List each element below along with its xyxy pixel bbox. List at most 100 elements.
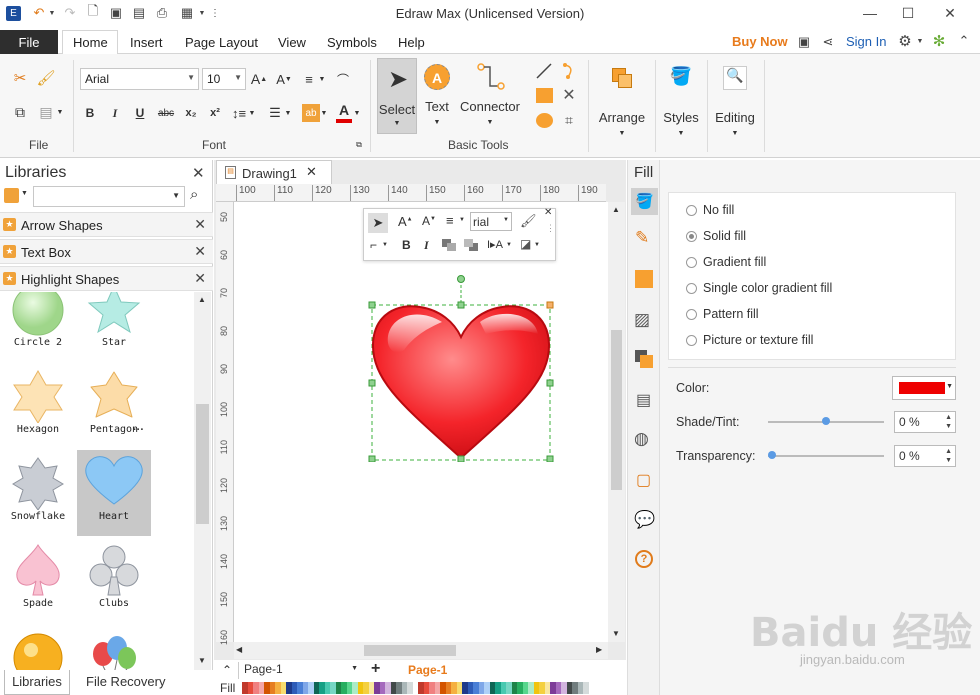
spinner-arrows-icon[interactable]: ▲ ▼ bbox=[945, 413, 952, 431]
shape-spade[interactable]: Spade bbox=[1, 541, 75, 627]
library-category-icon[interactable] bbox=[4, 188, 19, 203]
italic-icon[interactable]: I bbox=[106, 104, 124, 122]
undo-dropdown-icon[interactable]: ▼ bbox=[43, 4, 61, 22]
radio[interactable] bbox=[686, 282, 697, 294]
italic-icon[interactable]: I bbox=[424, 238, 429, 253]
align-icon[interactable]: ≡ bbox=[446, 213, 454, 228]
format-painter-icon[interactable]: 🖌 bbox=[36, 68, 56, 88]
customize-icon[interactable]: ⋮ bbox=[206, 4, 224, 22]
shape-circle-2[interactable]: Circle 2 bbox=[1, 292, 75, 366]
close-icon[interactable]: ✕ bbox=[194, 243, 206, 260]
connector-dropdown-icon[interactable]: ▼ bbox=[382, 242, 388, 248]
fill-option-no-fill[interactable]: No fill bbox=[686, 203, 734, 217]
document-edit-icon[interactable]: ▢ bbox=[636, 470, 651, 490]
highlight-dropdown-icon[interactable]: ▼ bbox=[320, 108, 328, 118]
color-picker[interactable]: ▼ bbox=[892, 376, 956, 400]
copy-icon[interactable]: ⧉ bbox=[10, 102, 30, 122]
comment-icon[interactable]: 💬 bbox=[634, 510, 655, 530]
highlight-icon[interactable]: ab bbox=[302, 104, 320, 122]
scroll-up-icon[interactable]: ▲ bbox=[612, 205, 620, 214]
shape-clubs[interactable]: Clubs bbox=[77, 541, 151, 627]
line-spacing-icon[interactable]: ↕≡ bbox=[230, 104, 248, 122]
settings-dropdown-icon[interactable]: ▼ bbox=[911, 32, 929, 50]
color-swatches[interactable] bbox=[242, 682, 598, 694]
font-color-icon[interactable]: A bbox=[336, 102, 352, 118]
line-spacing-dropdown-icon[interactable]: ▼ bbox=[248, 108, 256, 118]
tab-view[interactable]: View bbox=[278, 35, 306, 50]
distribute-dropdown-icon[interactable]: ▼ bbox=[506, 242, 512, 248]
transparency-slider-knob[interactable] bbox=[768, 451, 776, 459]
fill-option-gradient-fill[interactable]: Gradient fill bbox=[686, 255, 766, 269]
scroll-right-icon[interactable]: ▶ bbox=[596, 645, 602, 654]
connector-tool-button[interactable]: Connector ▼ bbox=[458, 62, 522, 134]
arc-tool-icon[interactable] bbox=[560, 62, 578, 80]
new-file-icon[interactable]: 🗋 bbox=[84, 3, 102, 22]
page-select[interactable]: Page-1 ▼ bbox=[238, 662, 362, 679]
radio[interactable] bbox=[686, 334, 697, 346]
redo-icon[interactable]: ↷ bbox=[61, 4, 79, 22]
align-icon[interactable]: ≡ bbox=[300, 70, 318, 88]
tab-home[interactable]: Home bbox=[73, 35, 108, 50]
collapse-up-icon[interactable]: ⌃ bbox=[222, 663, 232, 677]
shape-hexagon[interactable]: Hexagon bbox=[1, 367, 75, 453]
drag-handle-icon[interactable]: ⋮ bbox=[546, 223, 555, 234]
page-tab[interactable]: Page-1 bbox=[408, 663, 447, 677]
open-file-icon[interactable]: ▣ bbox=[107, 4, 125, 22]
shadow-icon[interactable] bbox=[635, 270, 653, 288]
decrease-font-icon[interactable]: A▼ bbox=[275, 70, 293, 88]
page-properties-icon[interactable]: ▤ bbox=[636, 390, 651, 410]
paste-dropdown-icon[interactable]: ▼ bbox=[56, 106, 64, 118]
radio[interactable] bbox=[686, 256, 697, 268]
globe-icon[interactable]: ◍ bbox=[634, 429, 649, 449]
shape-snowflake[interactable]: Snowflake bbox=[1, 454, 75, 540]
subscript-icon[interactable]: x₂ bbox=[182, 104, 200, 122]
fill-color-icon[interactable]: ◪ bbox=[520, 237, 531, 251]
tab-symbols[interactable]: Symbols bbox=[327, 35, 377, 50]
fill-option-pattern-fill[interactable]: Pattern fill bbox=[686, 307, 759, 321]
shape-pentagon[interactable]: Pentagon bbox=[77, 367, 151, 453]
collapse-ribbon-icon[interactable]: ⌃ bbox=[955, 32, 973, 50]
crop-tool-icon[interactable]: ⌗ bbox=[560, 111, 578, 129]
image-icon[interactable]: ▨ bbox=[634, 310, 650, 330]
editing-button[interactable]: 🔍 Editing ▼ bbox=[712, 64, 758, 137]
color-swatch[interactable] bbox=[588, 682, 594, 694]
more-icon[interactable]: ··· bbox=[133, 424, 144, 436]
search-icon[interactable]: ⌕ bbox=[190, 186, 198, 203]
align-dropdown-icon[interactable]: ▼ bbox=[459, 217, 465, 223]
print-icon[interactable]: ⎙ bbox=[153, 4, 171, 22]
cross-tool-icon[interactable]: ✕ bbox=[560, 86, 578, 104]
bold-icon[interactable]: B bbox=[402, 238, 411, 252]
shape-balloons[interactable] bbox=[77, 628, 151, 670]
heart-shape[interactable] bbox=[368, 270, 554, 462]
radio-selected[interactable] bbox=[686, 230, 697, 242]
shape-ball[interactable] bbox=[1, 628, 75, 670]
shape-star[interactable]: Star bbox=[77, 292, 151, 366]
shade-tint-input[interactable]: 0 % ▲ ▼ bbox=[894, 411, 956, 433]
maximize-icon[interactable]: ☐ bbox=[893, 2, 923, 24]
ellipse-tool-icon[interactable] bbox=[536, 113, 553, 128]
library-category-text-box[interactable]: ★ Text Box ✕ bbox=[0, 239, 213, 264]
fill-color-dropdown-icon[interactable]: ▼ bbox=[534, 242, 540, 248]
arrange-button[interactable]: Arrange ▼ bbox=[595, 64, 649, 137]
fill-option-single-color-gradient[interactable]: Single color gradient fill bbox=[686, 281, 832, 295]
format-painter-icon[interactable]: 🖌 bbox=[520, 213, 537, 229]
horizontal-scrollbar[interactable]: ◀ ▶ bbox=[234, 642, 608, 659]
close-icon[interactable]: ✕ bbox=[544, 207, 552, 218]
library-scrollbar[interactable]: ▲ ▼ bbox=[194, 292, 211, 670]
scroll-thumb[interactable] bbox=[196, 404, 209, 524]
align-dropdown-icon[interactable]: ▼ bbox=[318, 74, 326, 84]
library-search-input[interactable]: ▼ bbox=[33, 186, 185, 207]
scroll-left-icon[interactable]: ◀ bbox=[236, 645, 242, 654]
text-direction-icon[interactable]: ⌒ bbox=[332, 70, 354, 88]
apps-icon[interactable]: ✻ bbox=[930, 32, 948, 50]
scroll-down-icon[interactable]: ▼ bbox=[612, 629, 620, 638]
superscript-icon[interactable]: x² bbox=[206, 104, 224, 122]
strikethrough-icon[interactable]: abc bbox=[155, 104, 177, 122]
spinner-arrows-icon[interactable]: ▲ ▼ bbox=[945, 447, 952, 465]
library-category-arrow-shapes[interactable]: ★ Arrow Shapes ✕ bbox=[0, 212, 213, 237]
line-tool-icon[interactable] bbox=[534, 62, 554, 80]
file-tab[interactable]: File bbox=[0, 30, 58, 54]
buy-now-link[interactable]: Buy Now bbox=[732, 34, 788, 49]
tab-help[interactable]: Help bbox=[398, 35, 425, 50]
distribute-icon[interactable]: I▸A bbox=[487, 238, 503, 251]
